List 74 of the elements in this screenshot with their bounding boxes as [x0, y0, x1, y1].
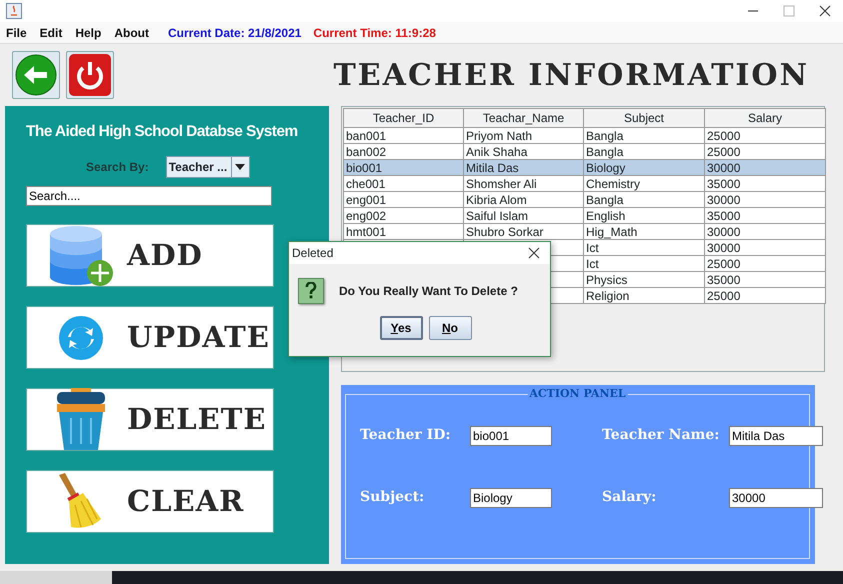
clear-button[interactable]: CLEAR — [26, 470, 274, 533]
table-cell: Religion — [584, 288, 704, 304]
table-cell: 25000 — [704, 288, 826, 304]
search-field[interactable]: Search.... — [26, 186, 272, 206]
column-header[interactable]: Salary — [704, 108, 826, 128]
database-add-icon — [48, 224, 114, 286]
table-cell: ban001 — [344, 128, 464, 144]
table-cell: Shomsher Ali — [464, 176, 584, 192]
table-cell: che001 — [344, 176, 464, 192]
table-cell: eng002 — [344, 208, 464, 224]
table-cell: Ict — [584, 240, 704, 256]
table-cell: Bangla — [584, 128, 704, 144]
dialog-title: Deleted — [292, 245, 334, 262]
text-field[interactable]: Mitila Das — [729, 426, 823, 446]
current-date: Current Date: 21/8/2021 — [168, 24, 302, 42]
column-header[interactable]: Teacher_ID — [344, 108, 464, 128]
table-cell: Hig_Math — [584, 224, 704, 240]
text-field[interactable]: 30000 — [729, 488, 823, 508]
menu-item[interactable]: About — [114, 24, 150, 42]
field-label: Salary: — [602, 488, 658, 507]
text-field[interactable]: bio001 — [470, 426, 552, 446]
table-cell: English — [584, 208, 704, 224]
close-icon[interactable] — [528, 247, 540, 259]
table-cell: Biology — [584, 160, 704, 176]
close-icon[interactable] — [819, 5, 831, 17]
power-icon — [68, 53, 112, 97]
refresh-icon — [58, 314, 104, 360]
dialog-button[interactable]: No — [428, 316, 472, 340]
table-cell: 25000 — [704, 128, 826, 144]
text-field[interactable]: Biology — [470, 488, 552, 508]
table-cell: Priyom Nath — [464, 128, 584, 144]
menu-item[interactable]: File — [6, 24, 27, 42]
table-cell: Shubro Sorkar — [464, 224, 584, 240]
column-header[interactable]: Teachar_Name — [464, 108, 584, 128]
table-cell: 35000 — [704, 272, 826, 288]
menu-item[interactable]: Edit — [40, 24, 62, 42]
table-cell: Kibria Alom — [464, 192, 584, 208]
delete-button[interactable]: DELETE — [26, 388, 274, 451]
page-title: TEACHER INFORMATION — [333, 56, 809, 94]
table-cell: eng001 — [344, 192, 464, 208]
java-icon — [6, 3, 22, 19]
table-cell: Mitila Das — [464, 160, 584, 176]
field-label: Teacher Name: — [602, 426, 717, 445]
dialog-button[interactable]: Yes — [380, 316, 422, 340]
panel-heading: The Aided High School Databse System — [26, 122, 298, 142]
table-cell: 30000 — [704, 224, 826, 240]
caret-icon — [235, 164, 246, 170]
update-button[interactable]: UPDATE — [26, 306, 274, 369]
table-cell: 35000 — [704, 176, 826, 192]
field-label: Subject: — [360, 488, 426, 507]
current-time: Current Time: 11:9:28 — [313, 24, 436, 42]
table-cell: Chemistry — [584, 176, 704, 192]
trash-bin-icon — [55, 388, 107, 452]
column-header[interactable]: Subject — [584, 108, 704, 128]
power-button[interactable] — [66, 51, 114, 99]
menu-item[interactable]: Help — [75, 24, 102, 42]
table-cell: hmt001 — [344, 224, 464, 240]
back-button[interactable] — [12, 51, 60, 99]
table-cell: 30000 — [704, 160, 826, 176]
field-label: Teacher ID: — [360, 426, 452, 445]
table-cell: Bangla — [584, 192, 704, 208]
table-cell: bio001 — [344, 160, 464, 176]
add-button[interactable]: ADD — [26, 224, 274, 287]
search-by-label: Search By: — [86, 159, 149, 176]
table-cell: 25000 — [704, 256, 826, 272]
dialog-message: Do You Really Want To Delete ? — [339, 283, 518, 300]
table-cell: 30000 — [704, 240, 826, 256]
table-cell: Ict — [584, 256, 704, 272]
search-by-dropdown[interactable]: Teacher ... — [166, 156, 250, 178]
table-cell: 30000 — [704, 192, 826, 208]
table-cell: Saiful Islam — [464, 208, 584, 224]
table-cell: 35000 — [704, 208, 826, 224]
table-cell: Physics — [584, 272, 704, 288]
question-icon — [298, 278, 324, 304]
